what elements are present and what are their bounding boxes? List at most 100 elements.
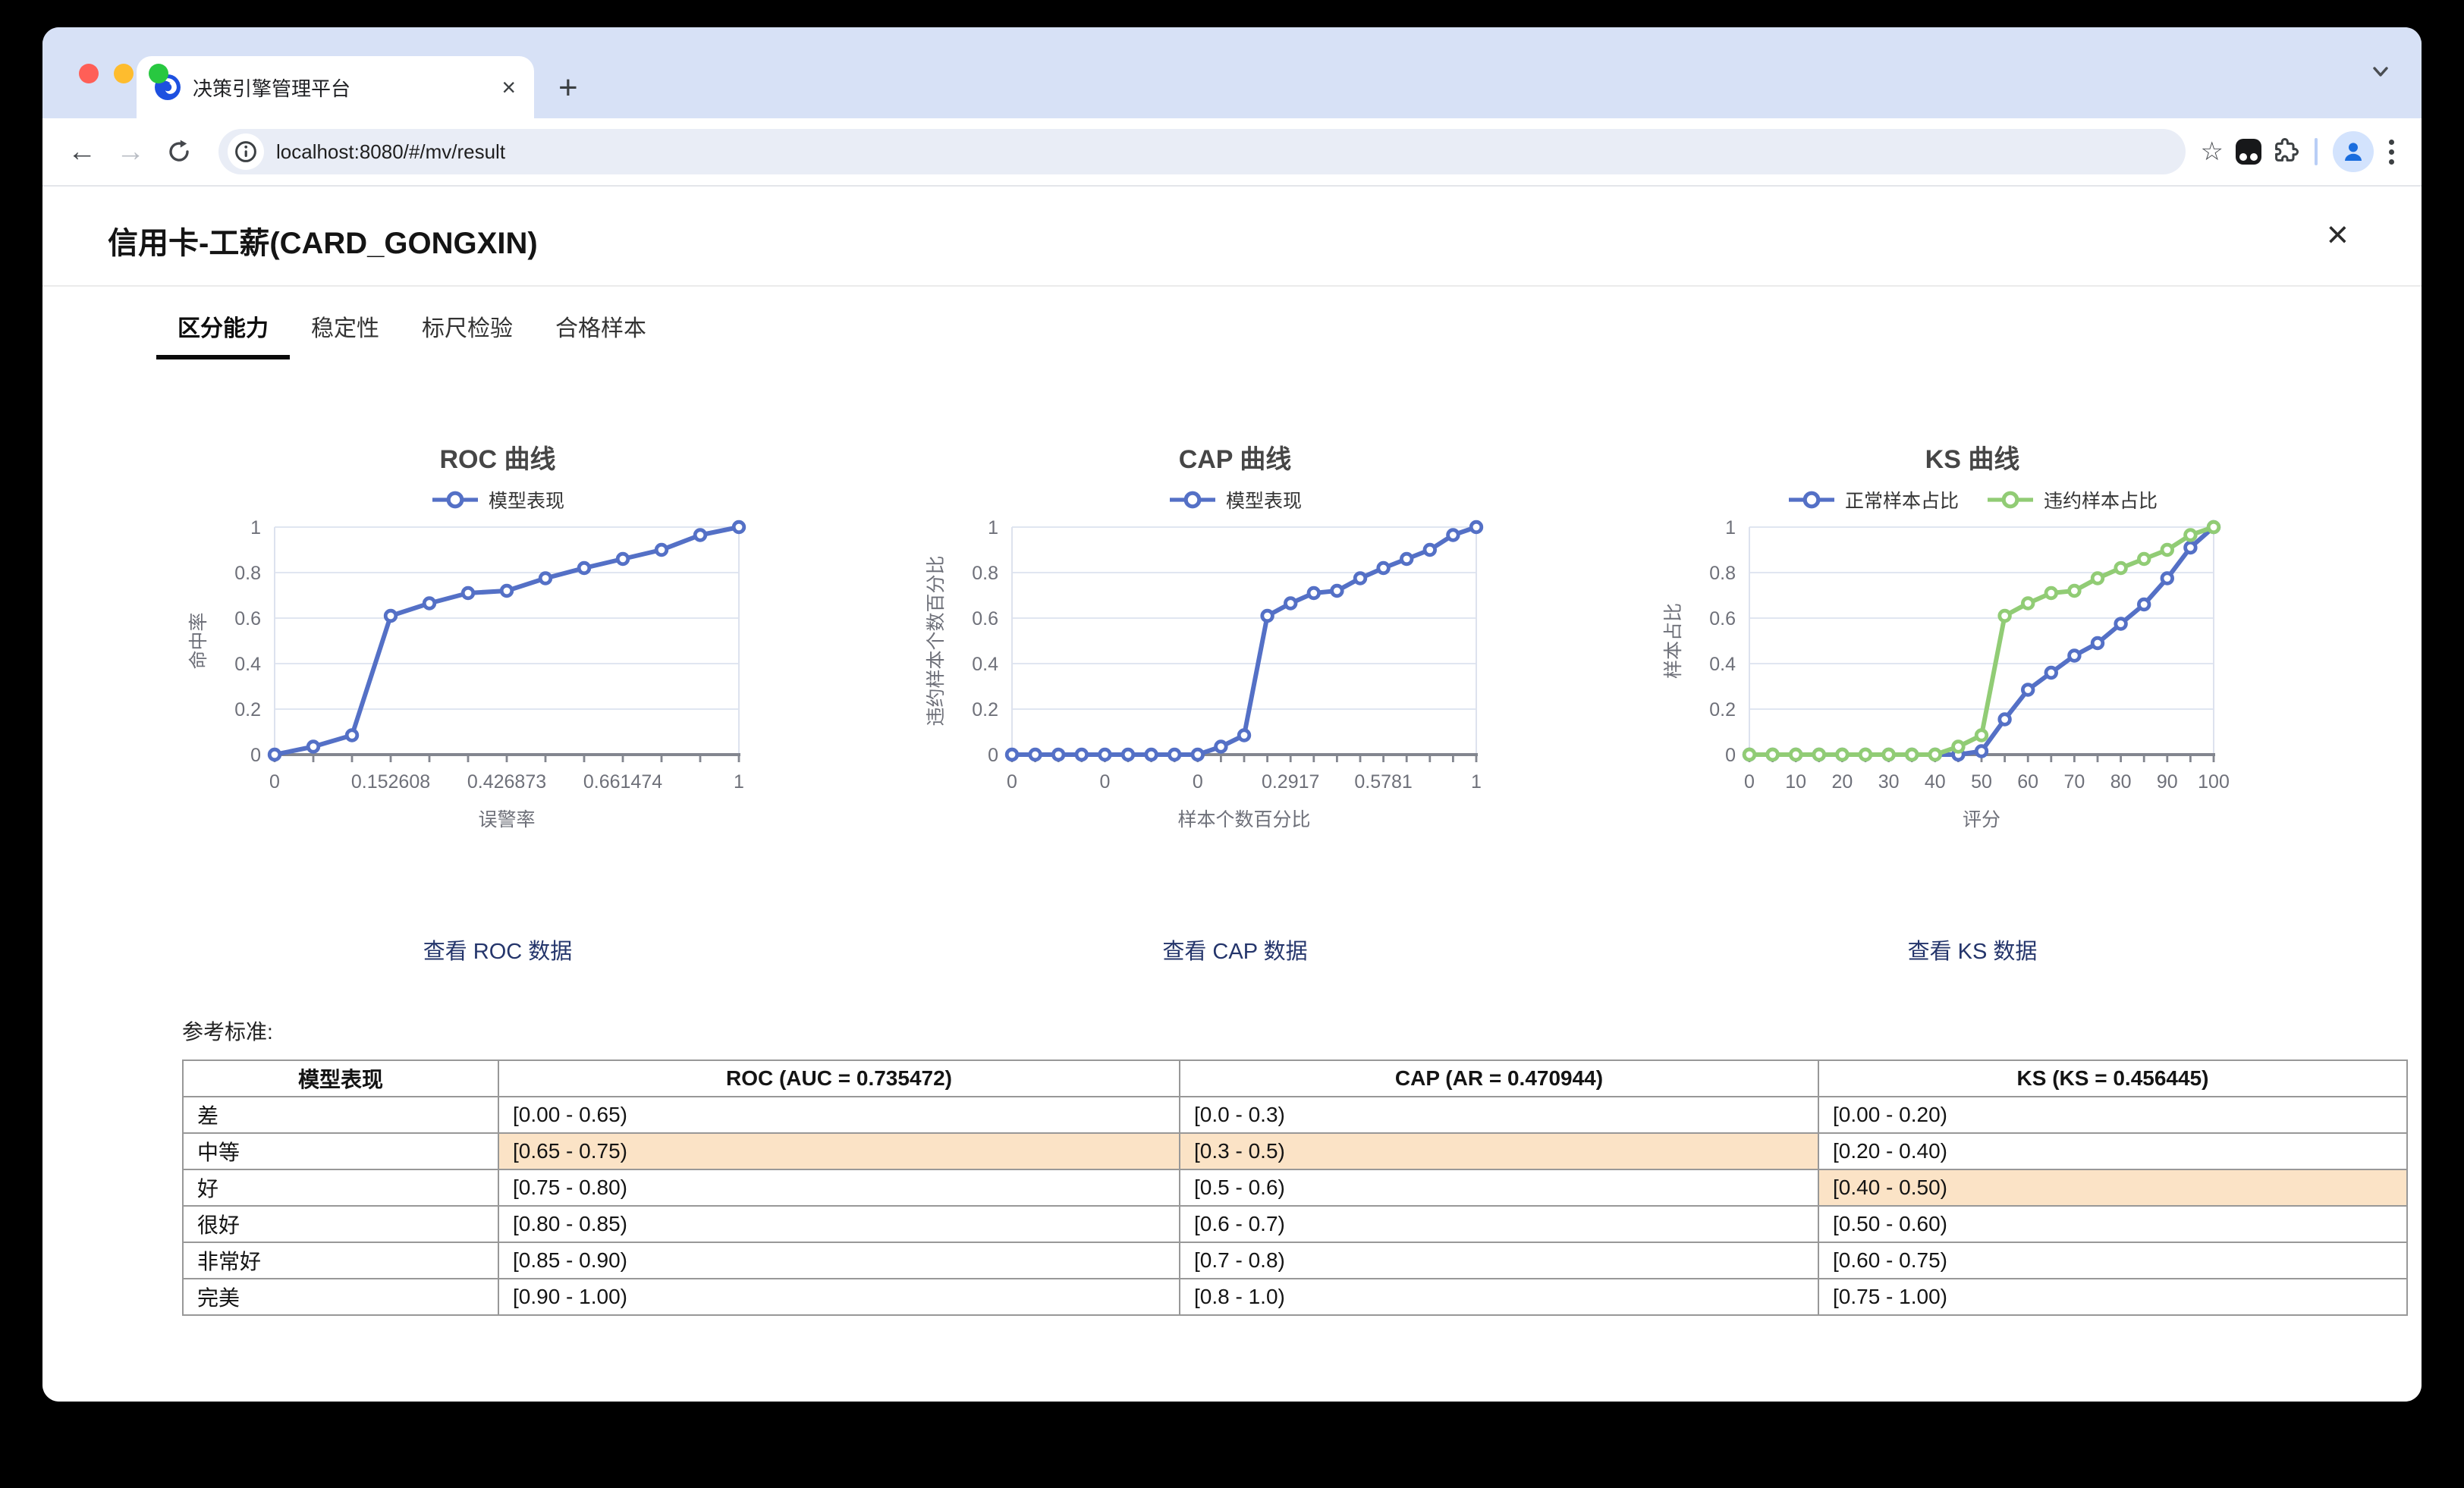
cap-chart-title: CAP 曲线 <box>1178 445 1292 474</box>
svg-text:0.8: 0.8 <box>1709 563 1736 584</box>
table-cell: [0.65 - 0.75) <box>498 1132 1180 1170</box>
svg-text:0.6: 0.6 <box>972 608 998 629</box>
legend-marker-icon <box>1988 491 2033 509</box>
toolbar-actions: ☆ <box>2201 131 2406 172</box>
svg-text:0.426873: 0.426873 <box>467 771 546 793</box>
table-cell: 非常好 <box>182 1242 499 1279</box>
profile-avatar[interactable] <box>2333 131 2374 172</box>
svg-text:0: 0 <box>1007 771 1017 793</box>
forward-button[interactable]: → <box>106 127 155 176</box>
maximize-window-button[interactable] <box>149 64 168 83</box>
address-bar[interactable]: localhost:8080/#/mv/result <box>218 129 2186 174</box>
view-cap-data-link[interactable]: 查看 CAP 数据 <box>1162 940 1307 964</box>
result-page: 信用卡-工薪(CARD_GONGXIN) × 区分能力 稳定性 标尺检验 合格样本 R… <box>42 187 2422 1402</box>
roc-chart-legend: 模型表现 <box>129 488 866 512</box>
page-title: 信用卡-工薪(CARD_GONGXIN) <box>108 227 538 260</box>
table-row: 中等 [0.65 - 0.75) [0.3 - 0.5) [0.20 - 0.40) <box>182 1132 2408 1170</box>
svg-text:0.6: 0.6 <box>234 608 261 629</box>
browser-tab-title: 决策引擎管理平台 <box>193 77 351 100</box>
table-cell: [0.75 - 1.00) <box>1818 1278 2408 1316</box>
ks-chart-title: KS 曲线 <box>1925 445 2020 474</box>
svg-text:0: 0 <box>1725 745 1736 766</box>
cap-chart: CAP 曲线 模型表现 0 0.2 0.4 0.6 0.8 1 0 0 0 0.2917 0.5781 1… <box>866 438 1604 900</box>
legend-marker-icon <box>432 491 478 509</box>
svg-text:90: 90 <box>2157 771 2178 793</box>
svg-text:60: 60 <box>2017 771 2038 793</box>
svg-text:0.2: 0.2 <box>234 699 261 720</box>
page-tab-2[interactable]: 稳定性 <box>290 300 401 359</box>
table-header-cell: KS (KS = 0.456445) <box>1818 1059 2408 1097</box>
legend-item[interactable]: 违约样本占比 <box>1986 486 2158 513</box>
svg-text:30: 30 <box>1878 771 1900 793</box>
cap-chart-plot: 00.20.40.60.810 0 0 0.2917 0.5781 1违约样本个数百分比样… <box>926 517 1484 830</box>
legend-marker-icon <box>1788 491 1834 509</box>
view-roc-data-link[interactable]: 查看 ROC 数据 <box>423 940 573 964</box>
legend-item[interactable]: 模型表现 <box>431 486 564 513</box>
page-tab-3[interactable]: 标尺检验 <box>401 300 534 359</box>
table-cell: [0.5 - 0.6) <box>1179 1169 1819 1207</box>
legend-marker-icon <box>1169 491 1215 509</box>
cap-chart-legend: 模型表现 <box>866 488 1604 512</box>
chrome-menu-button[interactable] <box>2383 139 2406 165</box>
page-tab-4[interactable]: 合格样本 <box>534 300 668 359</box>
extension-badge-icon[interactable] <box>2236 139 2261 165</box>
svg-text:0.8: 0.8 <box>972 563 998 584</box>
browser-window: 决策引擎管理平台 × + ← → localhost:8080/#/mv/res… <box>42 27 2422 1402</box>
table-header-cell: 模型表现 <box>182 1059 499 1097</box>
svg-text:0.2: 0.2 <box>1709 699 1736 720</box>
tab-close-icon[interactable]: × <box>501 75 516 99</box>
svg-text:1: 1 <box>734 771 744 793</box>
minimize-window-button[interactable] <box>114 64 134 83</box>
svg-text:0.152608: 0.152608 <box>351 771 430 793</box>
svg-text:10: 10 <box>1785 771 1806 793</box>
toolbar-divider <box>2315 138 2318 165</box>
ks-chart: KS 曲线 正常样本占比 违约样本占比 0 0.2 0.4 0.6 0.8 1 0 10 20 30 40… <box>1604 438 2341 900</box>
table-cell: [0.60 - 0.75) <box>1818 1242 2408 1279</box>
svg-text:0: 0 <box>1099 771 1110 793</box>
table-cell: [0.85 - 0.90) <box>498 1242 1180 1279</box>
close-window-button[interactable] <box>79 64 99 83</box>
reload-icon <box>169 140 189 162</box>
browser-tab[interactable]: 决策引擎管理平台 × <box>137 56 534 118</box>
table-cell: [0.80 - 0.85) <box>498 1205 1180 1243</box>
legend-label: 模型表现 <box>1225 491 1302 512</box>
charts-row: ROC 曲线 模型表现 0 0.2 0.4 0.6 0.8 1 0 0.152608 0.42687… <box>42 438 2422 900</box>
table-cell: 中等 <box>182 1132 499 1170</box>
legend-label: 正常样本占比 <box>1844 491 1959 512</box>
extensions-puzzle-icon[interactable] <box>2271 137 2299 166</box>
svg-text:0.2917: 0.2917 <box>1262 771 1319 793</box>
forward-icon: → <box>116 136 145 168</box>
bookmark-star-icon[interactable]: ☆ <box>2201 137 2224 167</box>
table-header-cell: CAP (AR = 0.470944) <box>1179 1059 1819 1097</box>
legend-item[interactable]: 正常样本占比 <box>1787 486 1959 513</box>
svg-text:0.2: 0.2 <box>972 699 998 720</box>
browser-tabstrip: 决策引擎管理平台 × + <box>42 27 2422 118</box>
table-cell: 差 <box>182 1096 499 1134</box>
table-cell: [0.8 - 1.0) <box>1179 1278 1819 1316</box>
svg-text:0.5781: 0.5781 <box>1354 771 1412 793</box>
table-cell: [0.40 - 0.50) <box>1818 1169 2408 1207</box>
data-links-row: 查看 ROC 数据 查看 CAP 数据 查看 KS 数据 <box>42 934 2422 965</box>
svg-text:误警率: 误警率 <box>478 809 535 830</box>
tab-search-chevron-icon[interactable] <box>2370 61 2391 82</box>
link-column: 查看 ROC 数据 <box>129 934 866 965</box>
browser-toolbar: ← → localhost:8080/#/mv/result ☆ <box>42 118 2422 187</box>
new-tab-button[interactable]: + <box>558 71 578 105</box>
table-row: 非常好 [0.85 - 0.90) [0.7 - 0.8) [0.60 - 0.75) <box>182 1242 2408 1279</box>
table-cell: [0.20 - 0.40) <box>1818 1132 2408 1170</box>
legend-item[interactable]: 模型表现 <box>1168 486 1302 513</box>
reload-button[interactable] <box>155 127 203 176</box>
person-icon <box>2345 143 2362 161</box>
svg-text:0.6: 0.6 <box>1709 608 1736 629</box>
legend-label: 模型表现 <box>488 491 564 512</box>
back-button[interactable]: ← <box>58 127 106 176</box>
page-tab-1[interactable]: 区分能力 <box>156 300 290 359</box>
site-info-icon[interactable] <box>228 133 264 170</box>
table-cell: [0.6 - 0.7) <box>1179 1205 1819 1243</box>
model-tabs: 区分能力 稳定性 标尺检验 合格样本 <box>156 300 2422 359</box>
page-close-button[interactable]: × <box>2327 215 2349 253</box>
svg-text:100: 100 <box>2198 771 2230 793</box>
svg-text:0: 0 <box>250 745 261 766</box>
svg-text:1: 1 <box>250 517 261 538</box>
view-ks-data-link[interactable]: 查看 KS 数据 <box>1908 940 2038 964</box>
